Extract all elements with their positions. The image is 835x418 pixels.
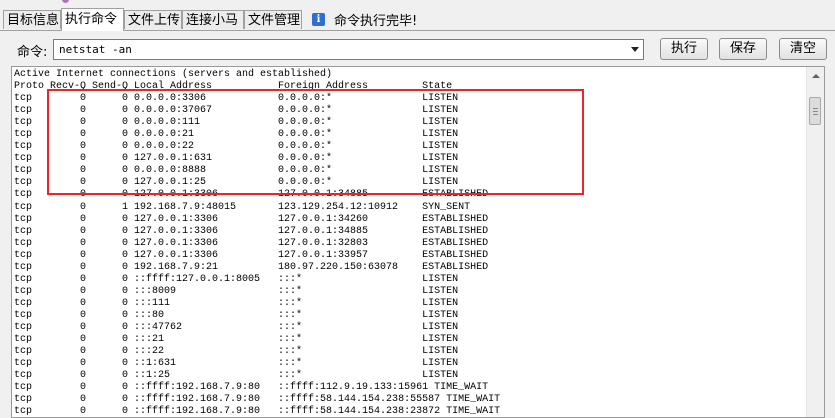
output-line: tcp 0 0 :::21 :::* LISTEN xyxy=(14,334,459,346)
output-line: tcp 0 0 127.0.0.1:631 0.0.0.0:* LISTEN xyxy=(14,153,459,165)
output-line: tcp 0 0 127.0.0.1:3306 127.0.0.1:34885 E… xyxy=(14,189,489,201)
output-line: tcp 0 0 0.0.0.0:111 0.0.0.0:* LISTEN xyxy=(14,117,459,129)
output-line: tcp 0 0 :::22 :::* LISTEN xyxy=(14,346,459,358)
tab-file-upload[interactable]: 文件上传 xyxy=(124,10,182,29)
output-line: tcp 0 1 192.168.7.9:48015 123.129.254.12… xyxy=(14,201,471,213)
output-line: tcp 0 0 ::1:631 :::* LISTEN xyxy=(14,358,459,370)
output-line: tcp 0 0 :::47762 :::* LISTEN xyxy=(14,321,459,333)
execute-command-panel: 命令: netstat -an 执行 保存 清空 Active Internet… xyxy=(0,31,835,418)
status-dot-icon xyxy=(62,0,69,3)
output-line: tcp 0 0 192.168.7.9:21 180.97.220.150:63… xyxy=(14,261,489,273)
output-line: tcp 0 0 127.0.0.1:3306 127.0.0.1:33957 E… xyxy=(14,249,489,261)
save-button[interactable]: 保存 xyxy=(719,38,767,60)
output-line: tcp 0 0 127.0.0.1:3306 127.0.0.1:34260 E… xyxy=(14,213,489,225)
clear-button[interactable]: 清空 xyxy=(779,38,827,60)
output-line: Proto Recv-Q Send-Q Local Address Foreig… xyxy=(14,81,453,93)
execute-button[interactable]: 执行 xyxy=(660,38,708,60)
top-strip xyxy=(0,0,835,8)
output-line: tcp 0 0 :::8009 :::* LISTEN xyxy=(14,285,459,297)
status-text: 命令执行完毕! xyxy=(334,13,418,29)
output-line: tcp 0 0 ::ffff:192.168.7.9:80 ::ffff:112… xyxy=(14,382,489,394)
tab-bar: 目标信息 执行命令 文件上传 连接小马 文件管理 i 命令执行完毕! xyxy=(0,8,835,31)
tab-execute-command[interactable]: 执行命令 xyxy=(61,8,124,31)
output-line: tcp 0 0 0.0.0.0:21 0.0.0.0:* LISTEN xyxy=(14,129,459,141)
chevron-down-icon[interactable] xyxy=(626,40,643,59)
output-line: tcp 0 0 0.0.0.0:8888 0.0.0.0:* LISTEN xyxy=(14,165,459,177)
output-line: tcp 0 0 ::ffff:192.168.7.9:80 ::ffff:58.… xyxy=(14,406,501,418)
tab-target-info[interactable]: 目标信息 xyxy=(3,10,61,29)
output-line: tcp 0 0 ::ffff:127.0.0.1:8005 :::* LISTE… xyxy=(14,273,459,285)
command-output[interactable]: Active Internet connections (servers and… xyxy=(11,66,825,418)
command-label: 命令: xyxy=(17,45,48,60)
command-input[interactable]: netstat -an xyxy=(53,39,644,60)
vertical-scrollbar[interactable] xyxy=(806,67,824,417)
output-line: tcp 0 0 :::111 :::* LISTEN xyxy=(14,297,459,309)
info-icon: i xyxy=(312,12,325,26)
output-line: tcp 0 0 0.0.0.0:37067 0.0.0.0:* LISTEN xyxy=(14,105,459,117)
output-line: tcp 0 0 0.0.0.0:22 0.0.0.0:* LISTEN xyxy=(14,141,459,153)
scroll-up-icon[interactable] xyxy=(807,67,824,84)
output-line: tcp 0 0 0.0.0.0:3306 0.0.0.0:* LISTEN xyxy=(14,93,459,105)
output-text: Active Internet connections (servers and… xyxy=(14,69,501,418)
output-line: tcp 0 0 127.0.0.1:3306 127.0.0.1:34885 E… xyxy=(14,225,489,237)
output-line: tcp 0 0 127.0.0.1:25 0.0.0.0:* LISTEN xyxy=(14,177,459,189)
scroll-thumb[interactable] xyxy=(809,97,821,125)
output-line: Active Internet connections (servers and… xyxy=(14,69,333,80)
output-line: tcp 0 0 ::1:25 :::* LISTEN xyxy=(14,370,459,382)
tab-file-manager[interactable]: 文件管理 xyxy=(244,10,302,29)
output-line: tcp 0 0 ::ffff:192.168.7.9:80 ::ffff:58.… xyxy=(14,394,501,406)
tab-connect-shell[interactable]: 连接小马 xyxy=(182,10,244,29)
status-message: i 命令执行完毕! xyxy=(312,11,418,29)
output-line: tcp 0 0 127.0.0.1:3306 127.0.0.1:32803 E… xyxy=(14,237,489,249)
output-line: tcp 0 0 :::80 :::* LISTEN xyxy=(14,309,459,321)
command-value: netstat -an xyxy=(59,43,132,56)
